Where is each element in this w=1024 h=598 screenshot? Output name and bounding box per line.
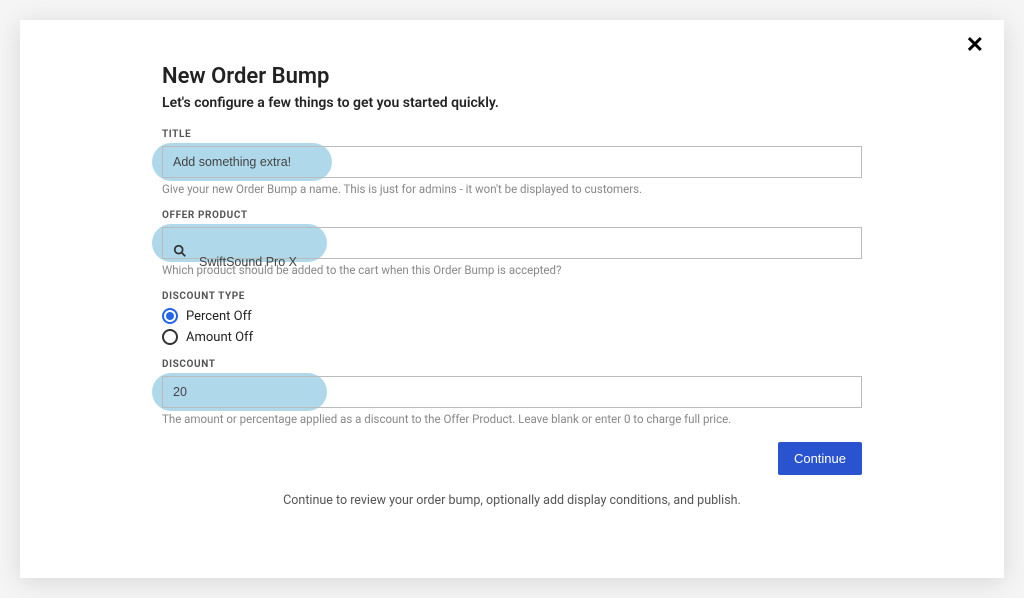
footer-actions: Continue [162, 442, 862, 475]
modal-subheading: Let's configure a few things to get you … [162, 95, 862, 111]
discount-type-label: DISCOUNT TYPE [162, 291, 862, 302]
radio-percent-off[interactable]: Percent Off [162, 308, 862, 324]
modal-heading: New Order Bump [162, 64, 862, 89]
title-field-wrap [162, 146, 862, 178]
footer-text: Continue to review your order bump, opti… [162, 493, 862, 508]
discount-input[interactable] [163, 377, 861, 407]
offer-product-input[interactable] [163, 247, 861, 277]
discount-type-group: Percent Off Amount Off [162, 308, 862, 345]
continue-button[interactable]: Continue [778, 442, 862, 475]
close-icon[interactable]: ✕ [966, 34, 984, 56]
title-label: TITLE [162, 129, 862, 140]
discount-helper: The amount or percentage applied as a di… [162, 412, 862, 426]
offer-product-wrap [162, 227, 862, 259]
discount-wrap [162, 376, 862, 408]
discount-label: DISCOUNT [162, 359, 862, 370]
radio-amount-off[interactable]: Amount Off [162, 329, 862, 345]
modal-content: New Order Bump Let's configure a few thi… [162, 64, 862, 508]
order-bump-modal: ✕ New Order Bump Let's configure a few t… [20, 20, 1004, 578]
radio-dot-amount [162, 329, 178, 345]
title-helper: Give your new Order Bump a name. This is… [162, 182, 862, 196]
radio-label-percent: Percent Off [186, 309, 252, 324]
offer-input-shell [162, 227, 862, 259]
offer-product-label: OFFER PRODUCT [162, 210, 862, 221]
title-input[interactable] [163, 147, 861, 177]
radio-label-amount: Amount Off [186, 330, 253, 345]
search-icon [173, 243, 187, 262]
radio-dot-percent [162, 308, 178, 324]
discount-input-shell [162, 376, 862, 408]
title-input-shell [162, 146, 862, 178]
